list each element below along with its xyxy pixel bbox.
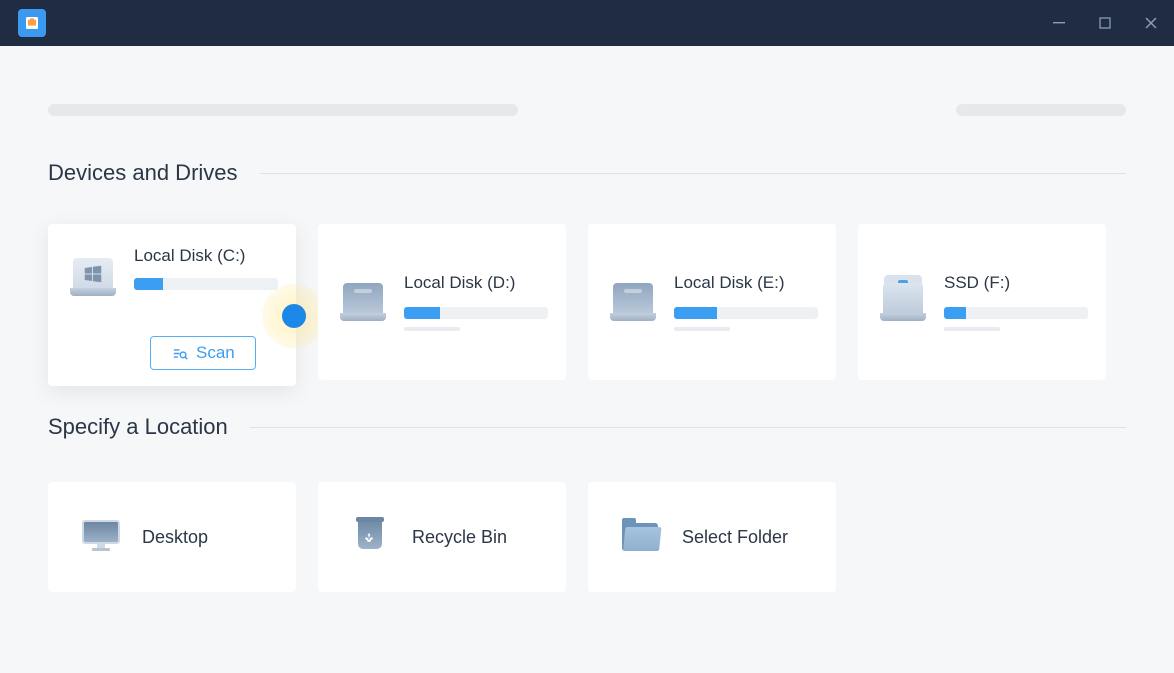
disk-icon [340, 283, 386, 321]
window-controls [1036, 0, 1174, 46]
location-name: Desktop [142, 527, 208, 548]
usage-bar [944, 307, 1088, 319]
usage-bar-fill [674, 307, 717, 319]
usage-bar [674, 307, 818, 319]
drive-card-e[interactable]: Local Disk (E:) [588, 224, 836, 380]
divider [250, 427, 1126, 428]
drive-card-c[interactable]: Local Disk (C:) Scan [48, 224, 296, 386]
folder-icon [622, 523, 658, 551]
drive-subtext-placeholder [944, 327, 1000, 331]
drive-name: Local Disk (C:) [134, 246, 278, 266]
titlebar [0, 0, 1174, 46]
drive-subtext-placeholder [404, 327, 460, 331]
recycle-bin-icon [352, 521, 388, 553]
drive-subtext-placeholder [674, 327, 730, 331]
location-section: Specify a Location Desktop Recycle Bin [0, 414, 1174, 592]
drive-card-f[interactable]: SSD (F:) [858, 224, 1106, 380]
usage-bar-fill [944, 307, 966, 319]
cursor-highlight-icon [262, 284, 326, 348]
disk-icon [610, 283, 656, 321]
location-card-recycle-bin[interactable]: Recycle Bin [318, 482, 566, 592]
ssd-icon [880, 283, 926, 321]
scan-icon [171, 345, 188, 362]
location-section-title: Specify a Location [48, 414, 228, 440]
scan-button-label: Scan [196, 343, 235, 363]
close-button[interactable] [1128, 0, 1174, 46]
location-card-desktop[interactable]: Desktop [48, 482, 296, 592]
maximize-button[interactable] [1082, 0, 1128, 46]
location-cards: Desktop Recycle Bin Select Folder [48, 482, 1126, 592]
desktop-icon [82, 520, 118, 554]
drive-card-d[interactable]: Local Disk (D:) [318, 224, 566, 380]
location-name: Select Folder [682, 527, 788, 548]
scan-button[interactable]: Scan [150, 336, 256, 370]
usage-bar [404, 307, 548, 319]
disk-icon [70, 258, 116, 296]
minimize-button[interactable] [1036, 0, 1082, 46]
header-placeholder-left [48, 104, 518, 116]
usage-bar-fill [404, 307, 440, 319]
usage-bar [134, 278, 278, 290]
devices-section-title: Devices and Drives [48, 160, 238, 186]
drive-name: Local Disk (D:) [404, 273, 548, 293]
location-name: Recycle Bin [412, 527, 507, 548]
header-placeholder-right [956, 104, 1126, 116]
usage-bar-fill [134, 278, 163, 290]
drive-name: SSD (F:) [944, 273, 1088, 293]
devices-section: Devices and Drives Local Disk (C:) [0, 160, 1174, 386]
drive-name: Local Disk (E:) [674, 273, 818, 293]
location-card-select-folder[interactable]: Select Folder [588, 482, 836, 592]
divider [260, 173, 1126, 174]
app-logo-icon [18, 9, 46, 37]
drive-cards: Local Disk (C:) Scan Local Disk (D:) [48, 224, 1126, 386]
header-placeholder-row [0, 104, 1174, 116]
